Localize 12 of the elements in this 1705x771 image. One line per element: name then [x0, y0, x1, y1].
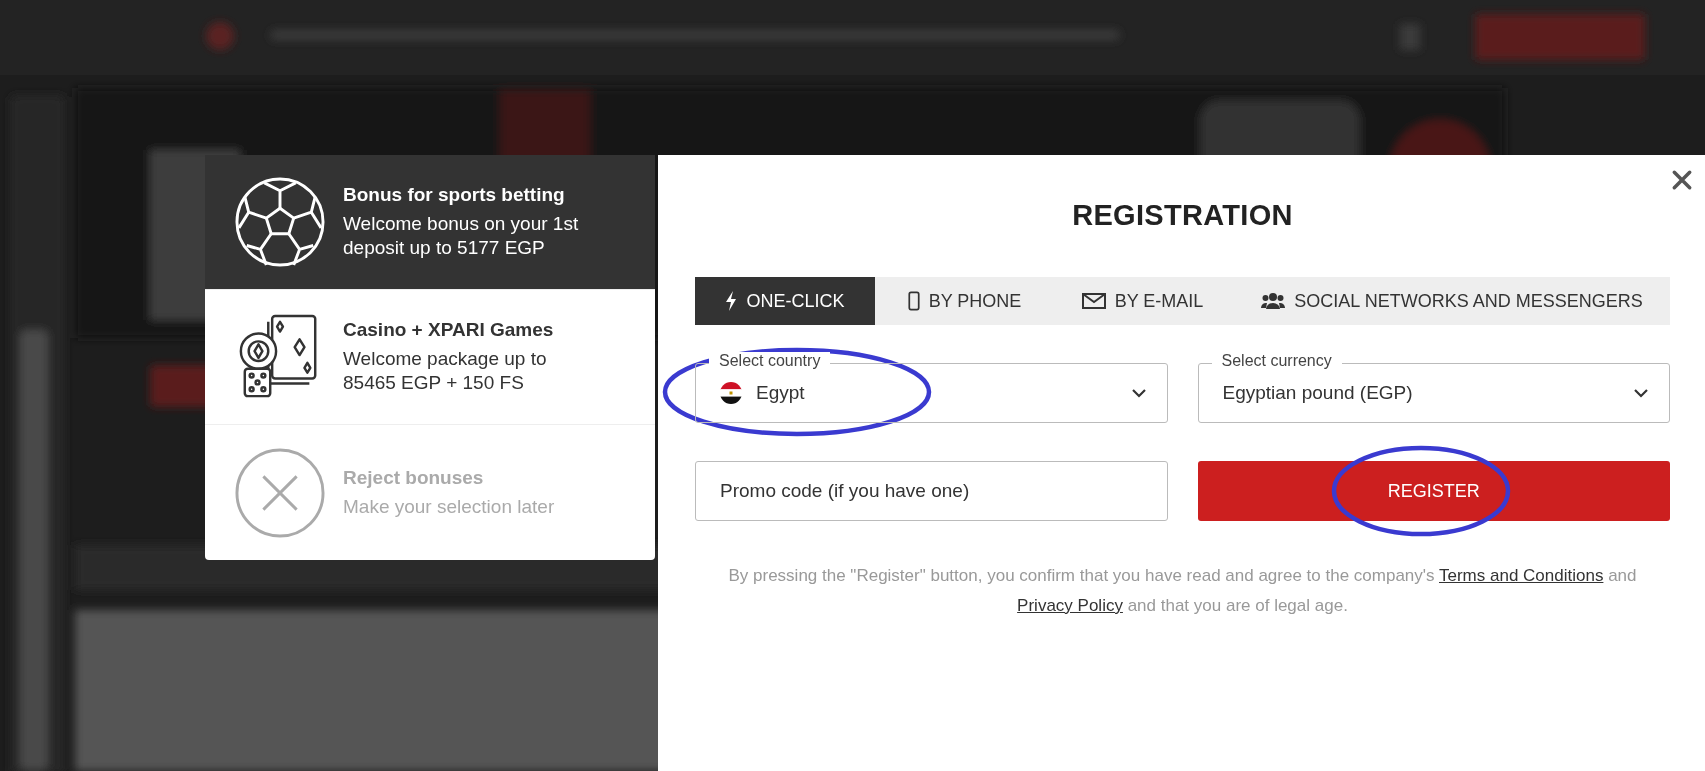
bonus-title: Reject bonuses [343, 466, 485, 489]
bonus-title: Bonus for sports betting [343, 184, 566, 206]
bonus-description: Welcome bonus on your 1st deposit up to 5177 EGP [343, 212, 580, 260]
dialog-title: REGISTRATION [1071, 199, 1294, 232]
field-label: Select country [709, 352, 831, 370]
bonus-description: Make your selection later [343, 494, 556, 519]
selected-value: Egyptian pound (EGP) [1222, 382, 1414, 404]
selected-value: Egypt [756, 382, 806, 404]
field-label: Select currency [1211, 352, 1342, 370]
terms-notice: By pressing the "Register" button, you confirm that you have read and agree to the company's Terms and Conditions and Privacy Policy and that you are of legal age. [727, 565, 1638, 617]
bonus-title: Casino + XPARI Games [343, 319, 555, 341]
bonus-description: Welcome package up to 85465 EGP + 150 FS [343, 347, 548, 395]
